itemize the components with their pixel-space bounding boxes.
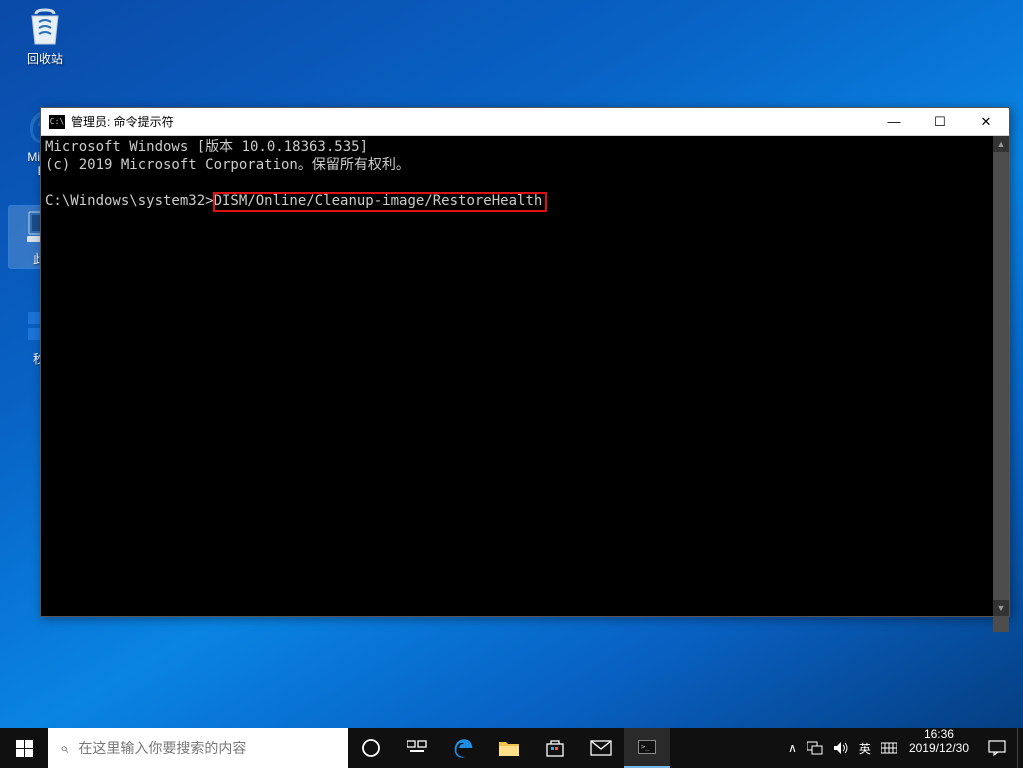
command-prompt-window: C:\ 管理员: 命令提示符 — ☐ ✕ Microsoft Windows [… (40, 107, 1010, 617)
close-button[interactable]: ✕ (963, 108, 1009, 135)
scrollbar[interactable]: ▲ ▼ (993, 136, 1009, 616)
time-text: 16:36 (909, 728, 969, 742)
taskbar: ⌕ 在这里输入你要搜索的内容 >_ (0, 728, 1023, 768)
volume-icon[interactable] (833, 741, 849, 755)
icon-label: 回收站 (9, 52, 81, 66)
cortana-icon (361, 738, 381, 758)
folder-icon (498, 739, 520, 757)
search-icon: ⌕ (60, 740, 68, 757)
search-placeholder: 在这里输入你要搜索的内容 (78, 738, 246, 758)
terminal-area[interactable]: Microsoft Windows [版本 10.0.18363.535] (c… (41, 136, 1009, 616)
notification-button[interactable] (977, 728, 1017, 768)
task-view-icon (407, 739, 427, 757)
store-icon (545, 738, 565, 758)
task-view-button[interactable] (394, 728, 440, 768)
minimize-button[interactable]: — (871, 108, 917, 135)
notification-icon (988, 740, 1006, 756)
scroll-thumb[interactable] (993, 152, 1009, 632)
maximize-button[interactable]: ☐ (917, 108, 963, 135)
ime-keyboard-icon[interactable] (881, 741, 897, 755)
recycle-bin-icon (9, 6, 81, 48)
edge-taskbar-button[interactable] (440, 728, 486, 768)
cortana-button[interactable] (348, 728, 394, 768)
store-button[interactable] (532, 728, 578, 768)
window-title: 管理员: 命令提示符 (71, 113, 871, 130)
network-icon[interactable] (807, 741, 823, 755)
edge-icon (452, 737, 474, 759)
terminal-output: Microsoft Windows [版本 10.0.18363.535] (c… (41, 136, 1009, 212)
desktop-icon-recycle-bin[interactable]: 回收站 (9, 6, 81, 66)
search-box[interactable]: ⌕ 在这里输入你要搜索的内容 (48, 728, 348, 768)
cmd-taskbar-button[interactable]: >_ (624, 728, 670, 768)
file-explorer-button[interactable] (486, 728, 532, 768)
windows-logo-icon (16, 740, 33, 757)
titlebar[interactable]: C:\ 管理员: 命令提示符 — ☐ ✕ (41, 108, 1009, 136)
ime-language-button[interactable]: 英 (859, 740, 871, 757)
typed-command: DISM/Online/Cleanup-image/RestoreHealth (214, 193, 547, 211)
scroll-down-icon[interactable]: ▼ (993, 600, 1009, 616)
prompt: C:\Windows\system32> (45, 193, 214, 209)
show-desktop-button[interactable] (1017, 728, 1023, 768)
cmd-titlebar-icon: C:\ (49, 115, 65, 129)
scroll-up-icon[interactable]: ▲ (993, 136, 1009, 152)
clock[interactable]: 16:36 2019/12/30 (901, 728, 977, 768)
system-tray: ∧ 英 (784, 728, 901, 768)
mail-button[interactable] (578, 728, 624, 768)
start-button[interactable] (0, 728, 48, 768)
mail-icon (590, 740, 612, 756)
date-text: 2019/12/30 (909, 742, 969, 756)
cmd-icon: >_ (638, 740, 656, 754)
tray-expand-button[interactable]: ∧ (788, 741, 797, 755)
